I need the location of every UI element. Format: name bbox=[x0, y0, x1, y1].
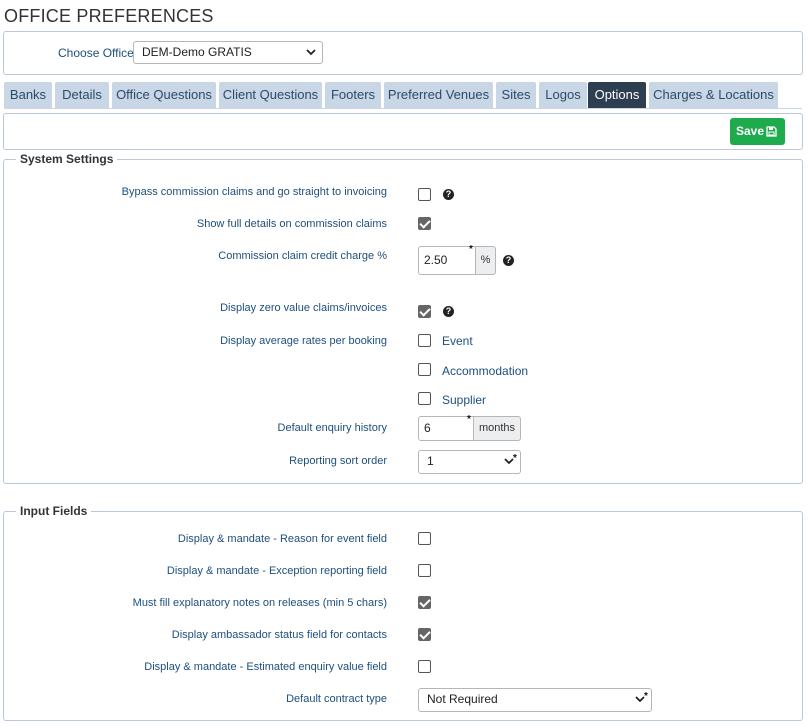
tab-office-questions[interactable]: Office Questions bbox=[112, 82, 216, 108]
percent-addon: % bbox=[476, 246, 496, 275]
input-fields-section: Input Fields Display & mandate - Reason … bbox=[3, 504, 803, 721]
supplier-option-label: Supplier bbox=[442, 393, 487, 407]
sort-order-select[interactable]: 1 * bbox=[418, 450, 521, 474]
required-marker: * bbox=[513, 453, 517, 464]
tab-preferred-venues[interactable]: Preferred Venues bbox=[384, 82, 493, 108]
office-selector-panel: Choose Office: DEM-Demo GRATIS bbox=[3, 31, 803, 75]
tab-client-questions[interactable]: Client Questions bbox=[219, 82, 322, 108]
exception-reporting-checkbox[interactable] bbox=[418, 564, 431, 577]
zero-value-checkbox[interactable] bbox=[418, 305, 431, 318]
ambassador-status-checkbox[interactable] bbox=[418, 628, 431, 641]
help-icon[interactable]: ? bbox=[503, 255, 514, 266]
reason-for-event-checkbox[interactable] bbox=[418, 532, 431, 545]
enquiry-history-label: Default enquiry history bbox=[277, 422, 387, 434]
zero-value-label: Display zero value claims/invoices bbox=[220, 302, 387, 314]
sort-order-label: Reporting sort order bbox=[289, 455, 387, 467]
tab-logos[interactable]: Logos bbox=[539, 82, 587, 108]
credit-charge-input[interactable]: 2.50 bbox=[418, 246, 476, 275]
help-icon[interactable]: ? bbox=[443, 306, 454, 317]
event-checkbox[interactable] bbox=[418, 334, 431, 347]
contract-type-select[interactable]: Not Required * bbox=[418, 688, 652, 712]
save-label: Save bbox=[736, 124, 765, 138]
credit-charge-group: 2.50 % * bbox=[418, 244, 496, 275]
help-icon[interactable]: ? bbox=[443, 189, 454, 200]
contract-type-label: Default contract type bbox=[286, 693, 387, 705]
credit-charge-label: Commission claim credit charge % bbox=[218, 250, 387, 262]
input-fields-legend: Input Fields bbox=[16, 504, 92, 518]
months-addon: months bbox=[474, 416, 521, 441]
bypass-checkbox[interactable] bbox=[418, 188, 431, 201]
ambassador-status-label: Display ambassador status field for cont… bbox=[171, 629, 387, 641]
required-marker: * bbox=[644, 691, 648, 702]
tab-charges-locations[interactable]: Charges & Locations bbox=[649, 82, 778, 108]
save-button[interactable]: Save bbox=[730, 118, 785, 145]
system-settings-legend: System Settings bbox=[16, 152, 118, 166]
estimated-value-label: Display & mandate - Estimated enquiry va… bbox=[144, 661, 387, 673]
explanatory-notes-label: Must fill explanatory notes on releases … bbox=[132, 597, 387, 609]
office-label: Choose Office: bbox=[58, 46, 138, 60]
system-settings-section: System Settings Bypass commission claims… bbox=[3, 152, 803, 484]
sort-order-value: 1 bbox=[427, 454, 434, 468]
supplier-checkbox[interactable] bbox=[418, 392, 431, 405]
show-full-label: Show full details on commission claims bbox=[196, 218, 387, 230]
show-full-checkbox[interactable] bbox=[418, 217, 431, 230]
tab-banks[interactable]: Banks bbox=[4, 82, 52, 108]
exception-reporting-label: Display & mandate - Exception reporting … bbox=[166, 565, 387, 577]
chevron-down-icon bbox=[306, 49, 316, 56]
enquiry-history-group: 6 months * bbox=[418, 414, 521, 441]
bypass-label: Bypass commission claims and go straight… bbox=[121, 186, 387, 198]
tab-footers[interactable]: Footers bbox=[325, 82, 381, 108]
avg-rates-label: Display average rates per booking bbox=[220, 335, 387, 347]
toolbar: Save bbox=[3, 113, 803, 150]
tab-divider bbox=[4, 108, 802, 109]
tab-options[interactable]: Options bbox=[588, 82, 646, 108]
required-marker: * bbox=[469, 244, 473, 255]
reason-for-event-label: Display & mandate - Reason for event fie… bbox=[177, 533, 387, 545]
contract-type-value: Not Required bbox=[427, 692, 498, 706]
required-marker: * bbox=[467, 414, 471, 425]
page-title: OFFICE PREFERENCES bbox=[4, 6, 214, 26]
explanatory-notes-checkbox[interactable] bbox=[418, 596, 431, 609]
estimated-value-checkbox[interactable] bbox=[418, 660, 431, 673]
office-select-value: DEM-Demo GRATIS bbox=[142, 45, 252, 59]
save-icon bbox=[766, 126, 777, 137]
tab-sites[interactable]: Sites bbox=[496, 82, 536, 108]
accommodation-option-label: Accommodation bbox=[442, 364, 529, 378]
office-select[interactable]: DEM-Demo GRATIS bbox=[133, 41, 323, 64]
enquiry-history-input[interactable]: 6 bbox=[418, 416, 474, 441]
event-option-label: Event bbox=[442, 334, 473, 348]
tab-details[interactable]: Details bbox=[55, 82, 109, 108]
accommodation-checkbox[interactable] bbox=[418, 363, 431, 376]
